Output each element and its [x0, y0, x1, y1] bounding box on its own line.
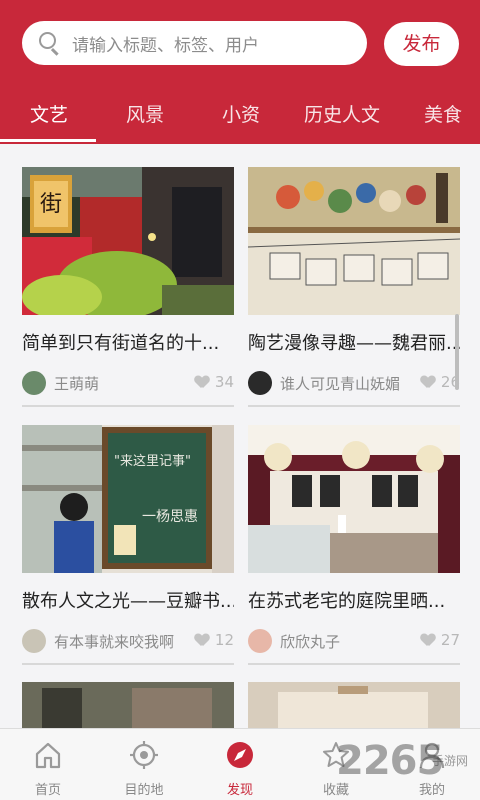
heart-icon — [195, 376, 209, 389]
tab-xiaozi[interactable]: 小资 — [222, 100, 260, 127]
post-card[interactable]: 陶艺漫像寻趣——魏君丽... 谁人可见青山妩媚 26 — [248, 167, 460, 407]
post-card[interactable]: 在苏式老宅的庭院里晒... 欣欣丸子 27 — [248, 425, 460, 665]
tab-lishi-renwen[interactable]: 历史人文 — [304, 100, 380, 127]
post-title[interactable]: 在苏式老宅的庭院里晒... — [248, 587, 460, 613]
card-divider — [248, 663, 460, 665]
like-count[interactable]: 27 — [421, 631, 460, 649]
category-tabs: 文艺 风景 小资 历史人文 美食 — [0, 86, 480, 142]
home-icon — [35, 742, 61, 769]
tab-meishi[interactable]: 美食 — [424, 100, 462, 127]
nav-home[interactable]: 首页 — [0, 729, 96, 800]
post-title[interactable]: 简单到只有街道名的十... — [22, 329, 234, 355]
nav-discover[interactable]: 发现 — [192, 729, 288, 800]
scrollbar[interactable] — [455, 314, 459, 390]
post-title[interactable]: 陶艺漫像寻趣——魏君丽... — [248, 329, 460, 355]
publish-button[interactable]: 发布 — [384, 22, 459, 66]
heart-icon — [421, 376, 435, 389]
svg-text:街: 街 — [40, 192, 62, 217]
post-meta: 王萌萌 34 — [22, 369, 234, 397]
tab-fengjing[interactable]: 风景 — [126, 100, 164, 127]
interior-photo[interactable] — [248, 682, 460, 728]
avatar[interactable] — [22, 629, 46, 653]
post-title[interactable]: 散布人文之光——豆瓣书... — [22, 587, 234, 613]
header-bar: 请输入标题、标签、用户 发布 文艺 风景 小资 历史人文 美食 — [0, 0, 480, 144]
building-photo[interactable] — [22, 682, 234, 728]
location-target-icon — [130, 741, 158, 769]
search-input[interactable]: 请输入标题、标签、用户 — [22, 21, 367, 65]
nav-label: 发现 — [226, 783, 253, 798]
card-divider — [248, 405, 460, 407]
post-card[interactable]: "来这里记事" 一杨思惠 散布人文之光——豆瓣书... 有本事就来咬我啊 12 — [22, 425, 234, 665]
post-meta: 谁人可见青山妩媚 26 — [248, 369, 460, 397]
like-count[interactable]: 34 — [195, 373, 234, 391]
card-divider — [22, 405, 234, 407]
avatar[interactable] — [22, 371, 46, 395]
heart-icon — [421, 634, 435, 647]
compass-icon — [227, 742, 253, 768]
nav-label: 目的地 — [124, 783, 164, 798]
author-name[interactable]: 有本事就来咬我啊 — [54, 631, 174, 652]
feed-list[interactable]: 街 简单到只有街道名的十... 王萌萌 34 陶艺漫像寻趣——魏君丽... 谁人… — [0, 144, 480, 728]
author-name[interactable]: 王萌萌 — [54, 373, 99, 394]
like-count-value: 34 — [214, 373, 234, 391]
svg-text:一杨思惠: 一杨思惠 — [142, 509, 198, 525]
post-meta: 欣欣丸子 27 — [248, 627, 460, 655]
tab-wenyi[interactable]: 文艺 — [30, 100, 68, 127]
street-shop-photo[interactable]: 街 — [22, 167, 234, 315]
post-meta: 有本事就来咬我啊 12 — [22, 627, 234, 655]
bookstore-chalkboard-photo[interactable]: "来这里记事" 一杨思惠 — [22, 425, 234, 573]
author-name[interactable]: 谁人可见青山妩媚 — [280, 373, 400, 394]
watermark-logo: 2265 — [336, 738, 444, 784]
post-card[interactable]: 街 简单到只有街道名的十... 王萌萌 34 — [22, 167, 234, 407]
like-count-value: 27 — [440, 631, 460, 649]
post-card-partial[interactable] — [248, 682, 460, 728]
watermark-subtitle: 手游网 — [432, 754, 469, 768]
author-name[interactable]: 欣欣丸子 — [280, 631, 340, 652]
card-divider — [22, 663, 234, 665]
search-icon — [38, 31, 62, 56]
avatar[interactable] — [248, 371, 272, 395]
like-count-value: 12 — [214, 631, 234, 649]
like-count[interactable]: 12 — [195, 631, 234, 649]
svg-text:"来这里记事": "来这里记事" — [114, 453, 191, 469]
post-card-partial[interactable] — [22, 682, 234, 728]
heart-icon — [195, 634, 209, 647]
figurine-shelf-photo[interactable] — [248, 167, 460, 315]
nav-destination[interactable]: 目的地 — [96, 729, 192, 800]
avatar[interactable] — [248, 629, 272, 653]
search-placeholder: 请输入标题、标签、用户 — [72, 35, 259, 56]
cafe-interior-photo[interactable] — [248, 425, 460, 573]
active-tab-indicator — [0, 139, 96, 142]
nav-label: 首页 — [34, 783, 61, 798]
